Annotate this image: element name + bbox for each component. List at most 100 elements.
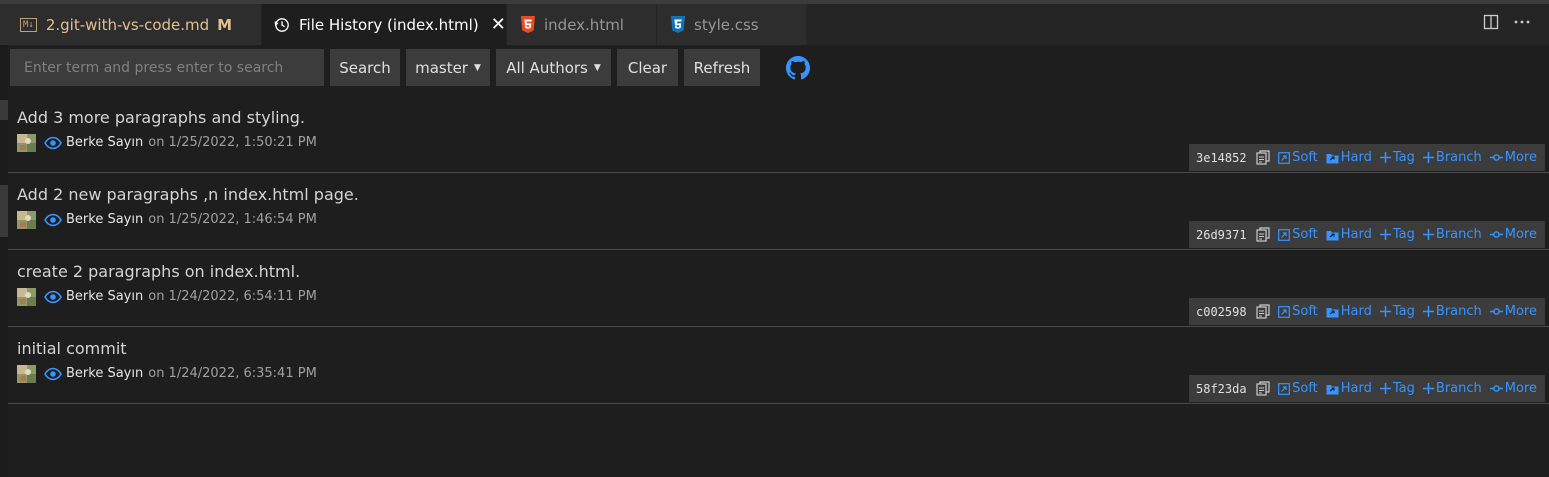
commit-row[interactable]: initial commit Berke Sayın on 1/24/2022,… <box>8 327 1549 404</box>
commit-message[interactable]: Add 2 new paragraphs ,n index.html page. <box>17 185 359 204</box>
commit-row[interactable]: Add 3 more paragraphs and styling. Berke… <box>8 96 1549 173</box>
branch-button[interactable]: Branch <box>1422 381 1482 396</box>
tab-style-css[interactable]: style.css <box>657 4 807 45</box>
soft-reset-icon <box>1278 382 1291 395</box>
hard-reset-button[interactable]: Hard <box>1326 150 1372 165</box>
tab-label: File History (index.html) <box>299 15 479 34</box>
html5-icon <box>521 16 535 33</box>
eye-icon[interactable] <box>44 213 62 227</box>
eye-icon[interactable] <box>44 290 62 304</box>
tab-file-history[interactable]: File History (index.html) ✕ <box>262 4 507 45</box>
plus-icon <box>1422 229 1434 240</box>
search-button[interactable]: Search <box>330 49 400 86</box>
branch-label: Branch <box>1435 227 1482 242</box>
hard-reset-button[interactable]: Hard <box>1326 227 1372 242</box>
branch-button[interactable]: Branch <box>1422 304 1482 319</box>
more-button[interactable]: More <box>1489 381 1537 396</box>
clear-button[interactable]: Clear <box>617 49 678 86</box>
more-button[interactable]: More <box>1489 227 1537 242</box>
commit-message[interactable]: Add 3 more paragraphs and styling. <box>17 108 305 127</box>
commit-date: on 1/24/2022, 6:54:11 PM <box>148 289 317 304</box>
commit-hash[interactable]: 26d9371 <box>1196 228 1250 242</box>
soft-label: Soft <box>1292 227 1318 242</box>
markdown-icon: M↓ <box>20 17 37 32</box>
commit-author[interactable]: Berke Sayın <box>66 366 143 381</box>
hard-reset-icon <box>1326 384 1339 394</box>
soft-label: Soft <box>1292 381 1318 396</box>
eye-icon[interactable] <box>44 136 62 150</box>
copy-icon[interactable] <box>1256 227 1270 242</box>
tag-button[interactable]: Tag <box>1379 304 1415 319</box>
tag-label: Tag <box>1392 381 1415 396</box>
eye-icon[interactable] <box>44 367 62 381</box>
branch-dropdown[interactable]: master ▼ <box>406 49 490 86</box>
hard-label: Hard <box>1340 304 1372 319</box>
tag-button[interactable]: Tag <box>1379 381 1415 396</box>
avatar <box>17 364 36 383</box>
tag-button[interactable]: Tag <box>1379 150 1415 165</box>
copy-icon[interactable] <box>1256 150 1270 165</box>
soft-reset-icon <box>1278 305 1291 318</box>
branch-label: Branch <box>1435 150 1482 165</box>
avatar <box>17 210 36 229</box>
commit-meta: Berke Sayın on 1/24/2022, 6:54:11 PM <box>17 287 317 306</box>
authors-dropdown[interactable]: All Authors ▼ <box>496 49 611 86</box>
copy-icon[interactable] <box>1256 304 1270 319</box>
commit-hash[interactable]: c002598 <box>1196 305 1250 319</box>
commit-row[interactable]: create 2 paragraphs on index.html. Berke… <box>8 250 1549 327</box>
commit-hash[interactable]: 3e14852 <box>1196 151 1250 165</box>
soft-reset-button[interactable]: Soft <box>1278 304 1318 319</box>
commit-meta: Berke Sayın on 1/25/2022, 1:46:54 PM <box>17 210 317 229</box>
commit-row[interactable]: Add 2 new paragraphs ,n index.html page.… <box>8 173 1549 250</box>
commit-actions: 26d9371 Soft Hard Tag Branch More <box>1189 221 1545 248</box>
plus-icon <box>1422 383 1434 394</box>
commit-actions: 3e14852 Soft Hard Tag Branch More <box>1189 144 1545 171</box>
branch-button[interactable]: Branch <box>1422 227 1482 242</box>
soft-reset-button[interactable]: Soft <box>1278 227 1318 242</box>
tag-label: Tag <box>1392 150 1415 165</box>
branch-button[interactable]: Branch <box>1422 150 1482 165</box>
commit-author[interactable]: Berke Sayın <box>66 212 143 227</box>
more-commit-icon <box>1489 385 1503 392</box>
more-icon[interactable] <box>1513 14 1531 34</box>
search-input[interactable] <box>10 49 324 86</box>
editor-tab-bar: M↓ 2.git-with-vs-code.md M File History … <box>0 4 1549 45</box>
tab-label: index.html <box>544 15 624 34</box>
soft-label: Soft <box>1292 304 1318 319</box>
markdown-badge: M↓ <box>20 17 37 32</box>
commit-meta: Berke Sayın on 1/24/2022, 6:35:41 PM <box>17 364 317 383</box>
hard-label: Hard <box>1340 381 1372 396</box>
soft-reset-button[interactable]: Soft <box>1278 381 1318 396</box>
tab-label: 2.git-with-vs-code.md <box>45 15 210 34</box>
soft-reset-button[interactable]: Soft <box>1278 150 1318 165</box>
github-icon[interactable] <box>786 55 810 80</box>
tab-git-with-vs-code-md[interactable]: M↓ 2.git-with-vs-code.md M <box>0 4 262 45</box>
commit-author[interactable]: Berke Sayın <box>66 135 143 150</box>
hard-reset-button[interactable]: Hard <box>1326 381 1372 396</box>
modified-indicator: M <box>217 15 233 34</box>
close-icon[interactable]: ✕ <box>491 14 506 35</box>
more-button[interactable]: More <box>1489 150 1537 165</box>
tag-button[interactable]: Tag <box>1379 227 1415 242</box>
commit-date: on 1/24/2022, 6:35:41 PM <box>148 366 317 381</box>
more-commit-icon <box>1489 308 1503 315</box>
more-button[interactable]: More <box>1489 304 1537 319</box>
commit-message[interactable]: create 2 paragraphs on index.html. <box>17 262 300 281</box>
hard-reset-icon <box>1326 230 1339 240</box>
more-label: More <box>1504 150 1537 165</box>
split-editor-icon[interactable] <box>1483 14 1499 34</box>
commit-date: on 1/25/2022, 1:50:21 PM <box>148 135 317 150</box>
editor-actions <box>1483 14 1531 34</box>
commit-message[interactable]: initial commit <box>17 339 127 358</box>
tag-label: Tag <box>1392 227 1415 242</box>
tab-index-html[interactable]: index.html <box>507 4 657 45</box>
plus-icon <box>1379 383 1391 394</box>
hard-reset-icon <box>1326 307 1339 317</box>
hard-reset-button[interactable]: Hard <box>1326 304 1372 319</box>
refresh-button[interactable]: Refresh <box>684 49 760 86</box>
commit-author[interactable]: Berke Sayın <box>66 289 143 304</box>
branch-label: master <box>415 58 468 77</box>
commit-hash[interactable]: 58f23da <box>1196 382 1250 396</box>
gutter-marker <box>0 185 8 237</box>
copy-icon[interactable] <box>1256 381 1270 396</box>
